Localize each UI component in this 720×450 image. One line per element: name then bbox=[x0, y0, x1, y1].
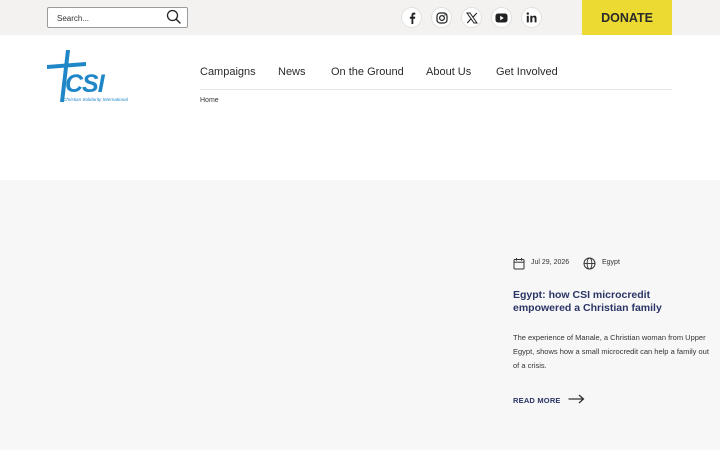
instagram-icon[interactable] bbox=[431, 7, 452, 28]
article-title[interactable]: Egypt: how CSI microcredit empowered a C… bbox=[513, 289, 705, 315]
youtube-icon[interactable] bbox=[491, 7, 512, 28]
breadcrumb-home[interactable]: Home bbox=[200, 97, 219, 104]
article-tag-egypt[interactable]: Egypt bbox=[602, 259, 620, 266]
donate-button[interactable]: DONATE bbox=[582, 0, 672, 35]
linkedin-icon[interactable] bbox=[521, 7, 542, 28]
logo-tagline: Christian Solidarity International bbox=[63, 97, 129, 102]
logo-mark-text: CSI bbox=[65, 70, 106, 98]
arrow-right-icon bbox=[568, 391, 585, 409]
calendar-icon bbox=[513, 257, 525, 270]
search-input[interactable] bbox=[57, 11, 162, 25]
nav-divider bbox=[200, 89, 672, 90]
read-more-label: READ MORE bbox=[513, 395, 561, 405]
nav-item-on-the-ground[interactable]: On the Ground bbox=[331, 66, 404, 78]
globe-icon bbox=[583, 257, 596, 270]
article-date: Jul 29, 2026 bbox=[531, 259, 570, 266]
nav-item-campaigns[interactable]: Campaigns bbox=[200, 66, 256, 78]
nav-item-news[interactable]: News bbox=[278, 66, 306, 78]
nav-item-get-involved[interactable]: Get Involved bbox=[496, 66, 558, 78]
csi-logo[interactable]: CSI Christian Solidarity International bbox=[46, 48, 138, 104]
article-section bbox=[0, 180, 720, 450]
x-icon[interactable] bbox=[461, 7, 482, 28]
top-bar: DONATE bbox=[0, 0, 720, 35]
article-excerpt: The experience of Manale, a Christian wo… bbox=[513, 333, 709, 370]
search-box[interactable] bbox=[47, 7, 188, 28]
nav-item-about-us[interactable]: About Us bbox=[426, 66, 471, 78]
facebook-icon[interactable] bbox=[401, 7, 422, 28]
search-icon[interactable] bbox=[166, 9, 181, 24]
read-more-link[interactable]: READ MORE bbox=[513, 393, 585, 407]
